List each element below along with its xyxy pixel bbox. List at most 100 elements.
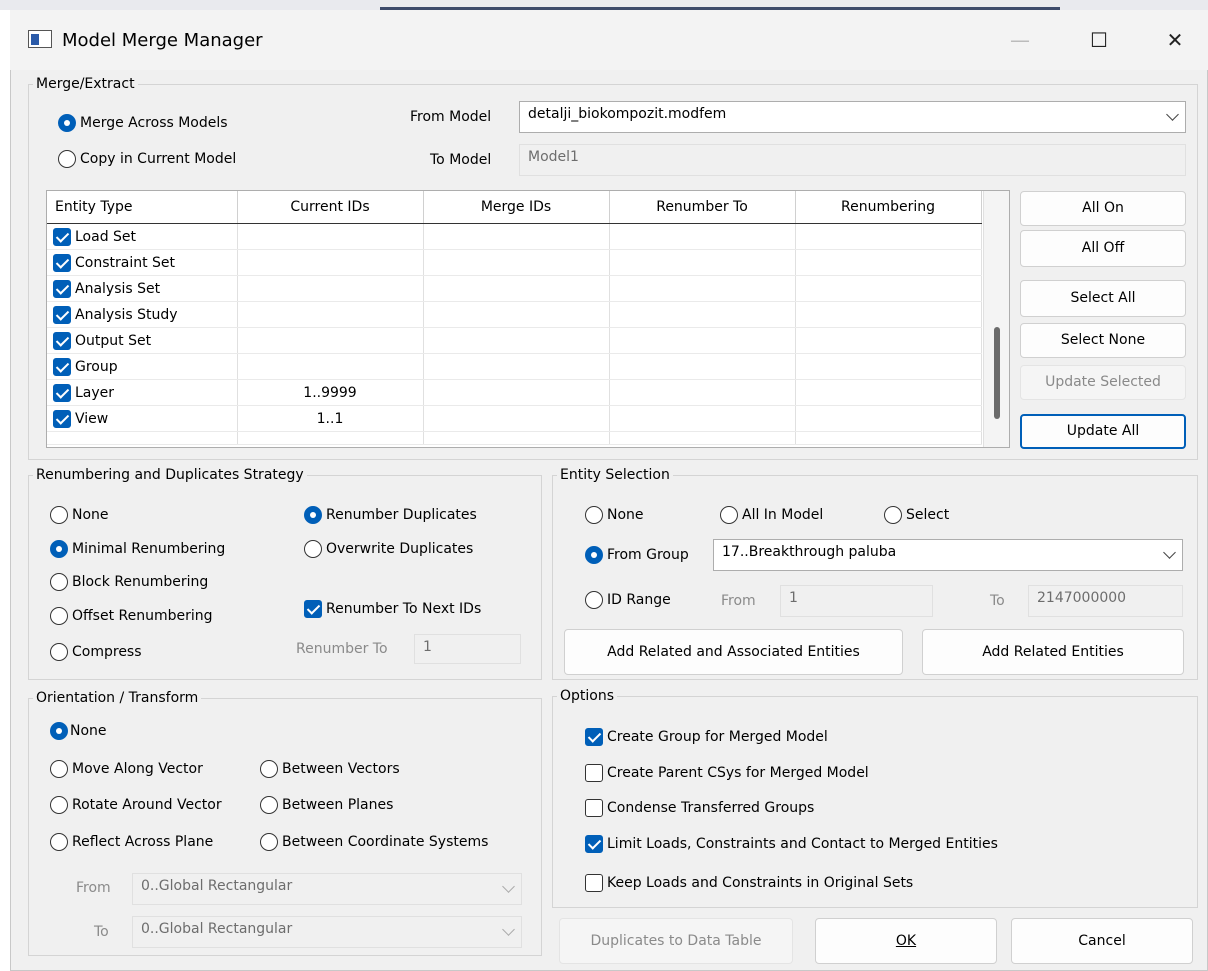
entity-checkbox[interactable]	[53, 253, 71, 272]
table-row[interactable]: View 1..1	[47, 405, 982, 432]
block-renumbering-radio[interactable]: Block Renumbering	[50, 573, 208, 591]
between-vectors-radio[interactable]: Between Vectors	[260, 760, 400, 778]
renumbering-cell[interactable]	[795, 249, 982, 276]
create-group-checkbox[interactable]: Create Group for Merged Model	[585, 728, 828, 746]
renumber-to-cell[interactable]	[609, 223, 796, 250]
from-model-dropdown[interactable]: detalji_biokompozit.modfem	[519, 101, 1186, 133]
entity-checkbox[interactable]	[53, 331, 71, 350]
merge-ids-cell[interactable]	[423, 327, 610, 354]
table-row[interactable]: Load Set	[47, 223, 982, 250]
renumber-to-cell[interactable]	[609, 249, 796, 276]
renumbering-cell[interactable]	[795, 379, 982, 406]
current-ids-cell[interactable]	[237, 223, 424, 250]
current-ids-cell[interactable]	[237, 353, 424, 380]
limit-loads-checkbox[interactable]: Limit Loads, Constraints and Contact to …	[585, 835, 998, 853]
renumber-next-ids-checkbox[interactable]: Renumber To Next IDs	[304, 600, 481, 618]
between-planes-radio[interactable]: Between Planes	[260, 796, 393, 814]
merge-across-radio[interactable]: Merge Across Models	[58, 114, 228, 132]
select-none-button[interactable]: Select None	[1020, 323, 1186, 358]
entity-checkbox[interactable]	[53, 409, 71, 428]
table-row[interactable]: Group	[47, 353, 982, 380]
renumber-to-cell[interactable]	[609, 379, 796, 406]
table-row[interactable]: Layer 1..9999	[47, 379, 982, 406]
current-ids-cell[interactable]	[237, 327, 424, 354]
group-dropdown[interactable]: 17..Breakthrough paluba	[713, 539, 1183, 571]
table-row[interactable]: Analysis Set	[47, 275, 982, 302]
current-ids-cell[interactable]	[237, 275, 424, 302]
renum-none-radio[interactable]: None	[50, 506, 109, 524]
table-scrollbar[interactable]	[983, 191, 1009, 447]
entity-type-cell[interactable]: Load Set	[47, 223, 238, 250]
maximize-icon[interactable]: ☐	[1076, 20, 1122, 60]
all-on-button[interactable]: All On	[1020, 191, 1186, 226]
all-in-model-radio[interactable]: All In Model	[720, 506, 823, 524]
scrollbar-thumb[interactable]	[994, 327, 1000, 419]
renumbering-cell[interactable]	[795, 353, 982, 380]
entity-checkbox[interactable]	[53, 357, 71, 376]
entity-type-cell[interactable]: Analysis Study	[47, 301, 238, 328]
cancel-button[interactable]: Cancel	[1011, 918, 1193, 964]
renumber-to-cell[interactable]	[609, 327, 796, 354]
table-row[interactable]: Constraint Set	[47, 249, 982, 276]
overwrite-duplicates-radio[interactable]: Overwrite Duplicates	[304, 540, 473, 558]
minimize-icon[interactable]: —	[997, 20, 1043, 60]
table-row[interactable]: Output Set	[47, 327, 982, 354]
col-renumber-to[interactable]: Renumber To	[609, 191, 796, 224]
entity-type-cell[interactable]: Output Set	[47, 327, 238, 354]
renumber-to-cell[interactable]	[609, 275, 796, 302]
current-ids-cell[interactable]: 1..9999	[237, 379, 424, 406]
entity-type-cell[interactable]: Layer	[47, 379, 238, 406]
keep-loads-checkbox[interactable]: Keep Loads and Constraints in Original S…	[585, 874, 913, 892]
minimal-renumbering-radio[interactable]: Minimal Renumbering	[50, 540, 225, 558]
current-ids-cell[interactable]	[237, 301, 424, 328]
offset-renumbering-radio[interactable]: Offset Renumbering	[50, 607, 213, 625]
merge-ids-cell[interactable]	[423, 301, 610, 328]
add-related-associated-button[interactable]: Add Related and Associated Entities	[564, 629, 903, 675]
entity-none-radio[interactable]: None	[585, 506, 644, 524]
renumbering-cell[interactable]	[795, 223, 982, 250]
renumbering-cell[interactable]	[795, 405, 982, 432]
copy-current-radio[interactable]: Copy in Current Model	[58, 150, 236, 168]
entity-type-cell[interactable]: Group	[47, 353, 238, 380]
entity-checkbox[interactable]	[53, 227, 71, 246]
entity-type-cell[interactable]: Constraint Set	[47, 249, 238, 276]
renumbering-cell[interactable]	[795, 301, 982, 328]
ok-button[interactable]: OK	[815, 918, 997, 964]
merge-ids-cell[interactable]	[423, 353, 610, 380]
move-along-vector-radio[interactable]: Move Along Vector	[50, 760, 203, 778]
compress-radio[interactable]: Compress	[50, 643, 142, 661]
renumber-duplicates-radio[interactable]: Renumber Duplicates	[304, 506, 477, 524]
merge-ids-cell[interactable]	[423, 379, 610, 406]
reflect-across-plane-radio[interactable]: Reflect Across Plane	[50, 833, 213, 851]
current-ids-cell[interactable]	[237, 249, 424, 276]
condense-groups-checkbox[interactable]: Condense Transferred Groups	[585, 799, 814, 817]
update-all-button[interactable]: Update All	[1020, 414, 1186, 449]
col-merge-ids[interactable]: Merge IDs	[423, 191, 610, 224]
entity-type-cell[interactable]: View	[47, 405, 238, 432]
from-group-radio[interactable]: From Group	[585, 546, 689, 564]
select-radio[interactable]: Select	[884, 506, 949, 524]
close-icon[interactable]: ✕	[1152, 20, 1198, 60]
entity-checkbox[interactable]	[53, 383, 71, 402]
all-off-button[interactable]: All Off	[1020, 230, 1186, 267]
select-all-button[interactable]: Select All	[1020, 280, 1186, 317]
current-ids-cell[interactable]: 1..1	[237, 405, 424, 432]
renumber-to-cell[interactable]	[609, 301, 796, 328]
renumber-to-cell[interactable]	[609, 405, 796, 432]
renumber-to-cell[interactable]	[609, 353, 796, 380]
col-current-ids[interactable]: Current IDs	[237, 191, 424, 224]
create-parent-csys-checkbox[interactable]: Create Parent CSys for Merged Model	[585, 764, 869, 782]
renumbering-cell[interactable]	[795, 275, 982, 302]
col-entity-type[interactable]: Entity Type	[47, 191, 238, 224]
id-range-radio[interactable]: ID Range	[585, 591, 671, 609]
entity-checkbox[interactable]	[53, 279, 71, 298]
merge-ids-cell[interactable]	[423, 249, 610, 276]
rotate-around-vector-radio[interactable]: Rotate Around Vector	[50, 796, 222, 814]
add-related-button[interactable]: Add Related Entities	[922, 629, 1184, 675]
renumbering-cell[interactable]	[795, 327, 982, 354]
entity-type-cell[interactable]: Analysis Set	[47, 275, 238, 302]
between-csys-radio[interactable]: Between Coordinate Systems	[260, 833, 488, 851]
col-renumbering[interactable]: Renumbering	[795, 191, 982, 224]
merge-ids-cell[interactable]	[423, 223, 610, 250]
table-row[interactable]: Analysis Study	[47, 301, 982, 328]
